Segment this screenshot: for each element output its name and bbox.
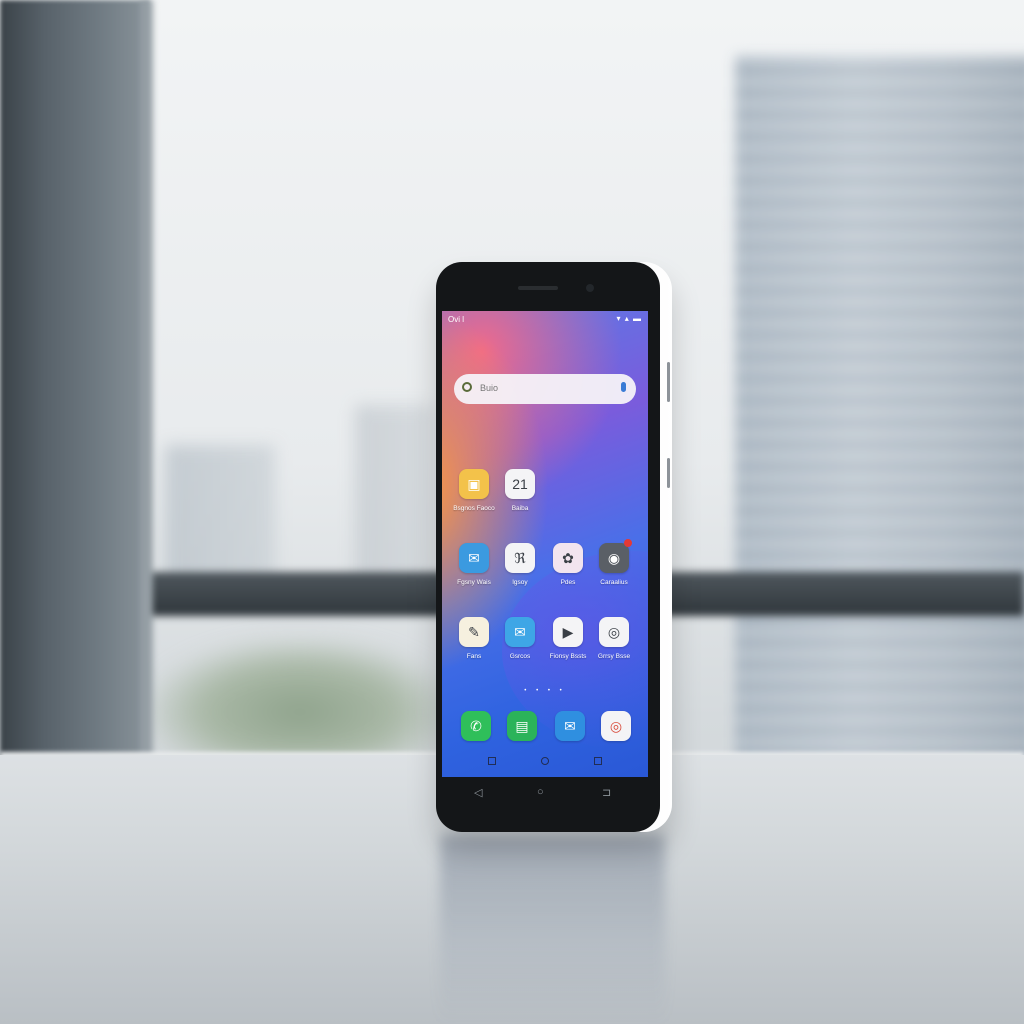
notes-icon: ✎ — [459, 617, 489, 647]
play-store-icon: ▶ — [553, 617, 583, 647]
app-messenger[interactable]: ✉ Fgsny Wais — [452, 543, 496, 586]
app-label: Fgsny Wais — [457, 579, 491, 586]
screen-recents-icon[interactable] — [594, 757, 602, 765]
dock-phone[interactable]: ✆ — [454, 711, 498, 741]
camera-icon: ◉ — [599, 539, 632, 573]
app-gallery[interactable]: ✿ Pdes — [546, 543, 590, 586]
window-pillar-edge — [140, 0, 154, 770]
smartphone: Ovi l ▾ ▴ ▬ Buio ▣ Bsgnos Faoco 21 Baiba ✉ Fg… — [436, 262, 672, 832]
gallery-icon: ✿ — [553, 543, 583, 573]
app-label: Baiba — [511, 505, 529, 512]
microphone-icon[interactable] — [621, 382, 626, 392]
search-placeholder: Buio — [480, 383, 499, 393]
power-button[interactable] — [667, 458, 670, 488]
chrome-icon: ◎ — [599, 617, 629, 647]
home-screen: Ovi l ▾ ▴ ▬ Buio ▣ Bsgnos Faoco 21 Baiba ✉ Fg… — [442, 311, 648, 777]
status-bar: Ovi l ▾ ▴ ▬ — [442, 311, 648, 327]
app-label: Gsrcos — [509, 653, 531, 660]
screen-back-icon[interactable] — [488, 757, 496, 765]
screen-home-icon[interactable] — [541, 757, 549, 765]
messages-icon: ▤ — [507, 711, 537, 741]
dock-email[interactable]: ✉ — [548, 711, 592, 741]
recents-key[interactable]: ⊐ — [602, 786, 611, 799]
notification-badge — [624, 539, 632, 547]
home-key[interactable]: ○ — [537, 786, 544, 798]
app-camera[interactable]: ◉ Caraalius — [592, 539, 636, 586]
app-mail[interactable]: ✉ Gsrcos — [498, 617, 542, 660]
volume-button[interactable] — [667, 362, 670, 402]
mail-icon: ✉ — [505, 617, 535, 647]
app-play-store[interactable]: ▶ Fionsy Bssts — [546, 617, 590, 660]
app-calendar[interactable]: 21 Baiba — [498, 469, 542, 512]
app-label: Grrsy Bsse — [597, 653, 631, 660]
app-label: Fionsy Bssts — [549, 653, 587, 660]
phone-reflection — [440, 835, 665, 1024]
status-icons: ▾ ▴ ▬ — [616, 314, 642, 323]
window-pillar — [0, 0, 150, 770]
contacts-icon: ℜ — [505, 543, 535, 573]
trees — [150, 640, 450, 760]
hardware-nav-bar: ◁ ○ ⊐ — [436, 786, 660, 806]
messenger-icon: ✉ — [459, 543, 489, 573]
app-label: Fans — [466, 653, 482, 660]
calendar-icon: 21 — [505, 469, 535, 499]
back-key[interactable]: ◁ — [474, 786, 482, 799]
screen-nav-row — [442, 755, 648, 773]
browser-icon: ◎ — [601, 711, 631, 741]
app-label: Pdes — [560, 579, 576, 586]
page-indicator: • • • • — [524, 688, 566, 694]
app-label: Bsgnos Faoco — [453, 505, 495, 512]
phone-front: Ovi l ▾ ▴ ▬ Buio ▣ Bsgnos Faoco 21 Baiba ✉ Fg… — [436, 262, 660, 832]
building-right — [735, 55, 1024, 775]
carrier-label: Ovi l — [448, 315, 464, 324]
photos-icon: ▣ — [459, 469, 489, 499]
search-icon — [462, 382, 472, 392]
phone-icon: ✆ — [461, 711, 491, 741]
front-camera — [586, 284, 594, 292]
app-photos[interactable]: ▣ Bsgnos Faoco — [452, 469, 496, 512]
app-contacts[interactable]: ℜlgsoy — [498, 543, 542, 586]
app-chrome[interactable]: ◎ Grrsy Bsse — [592, 617, 636, 660]
app-notes[interactable]: ✎ Fans — [452, 617, 496, 660]
dock-messages[interactable]: ▤ — [500, 711, 544, 741]
earpiece-speaker — [518, 286, 558, 290]
app-label: Caraalius — [600, 579, 628, 586]
search-bar[interactable]: Buio — [454, 374, 636, 404]
email-icon: ✉ — [555, 711, 585, 741]
app-label: lgsoy — [512, 579, 528, 586]
dock-browser[interactable]: ◎ — [594, 711, 638, 741]
